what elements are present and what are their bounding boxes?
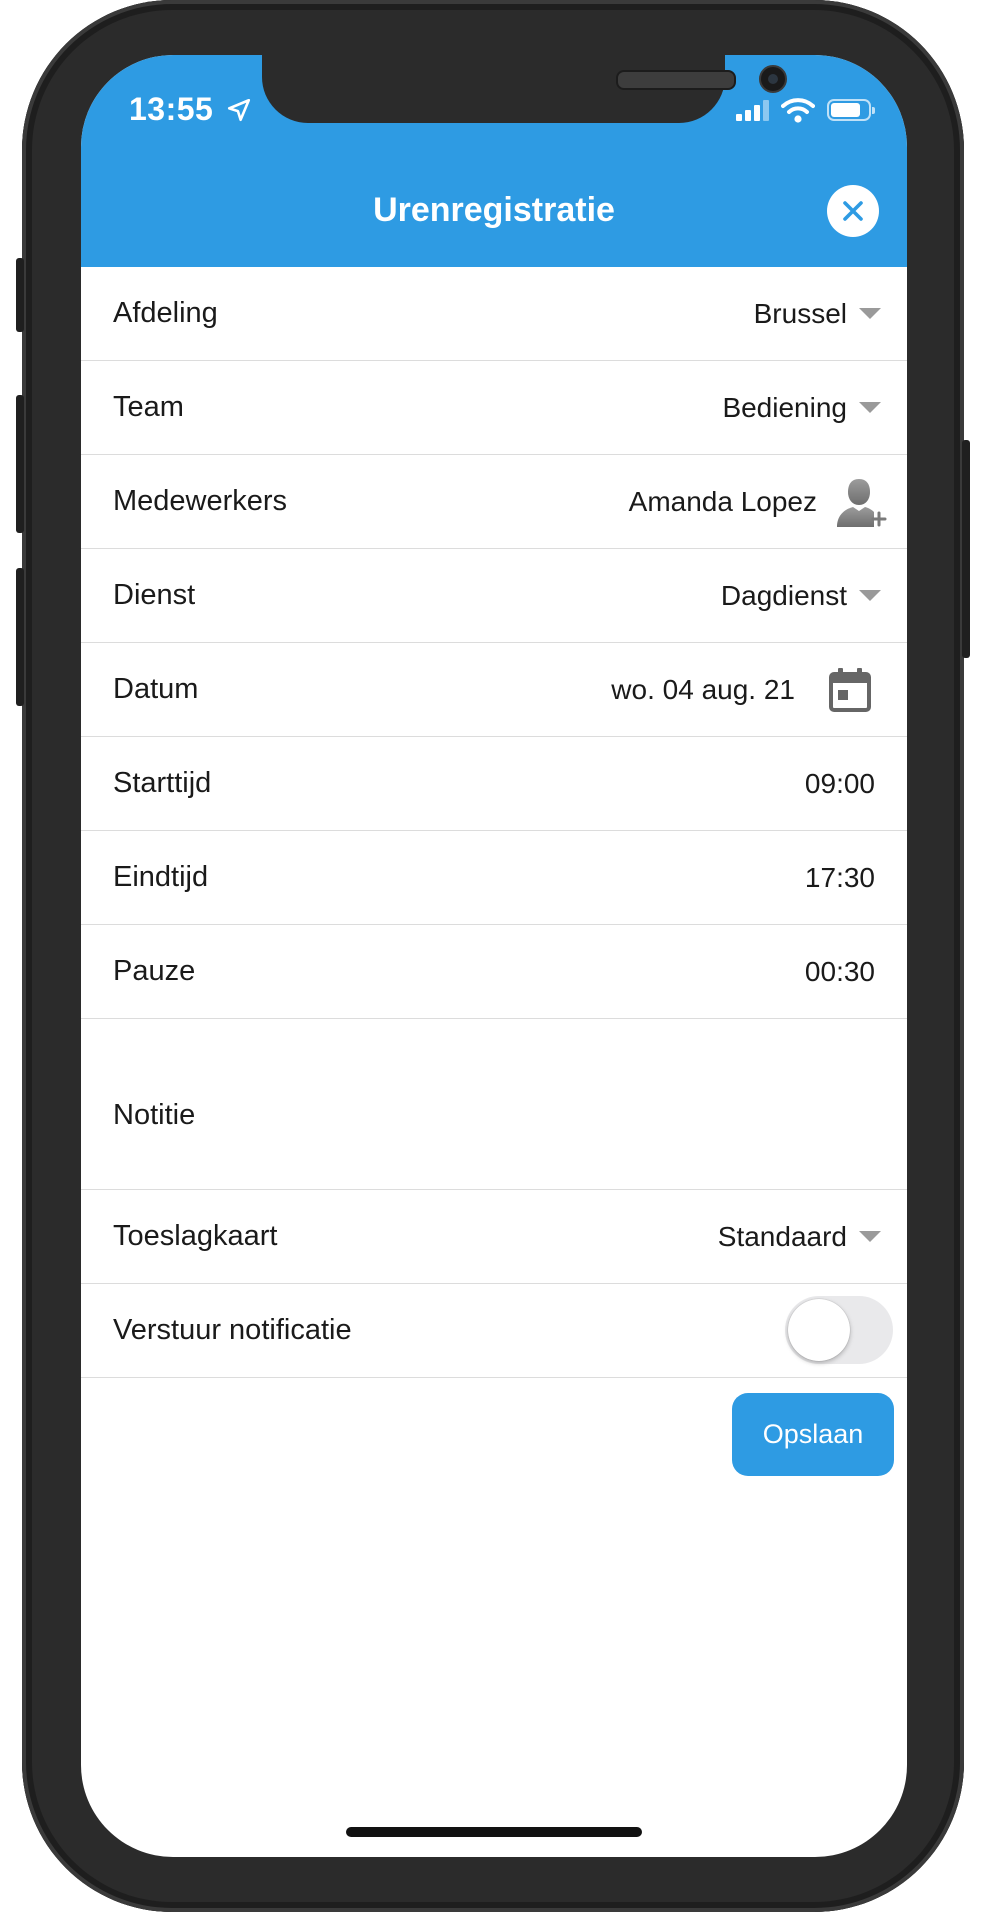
datum-label: Datum <box>113 673 199 705</box>
toeslagkaart-value-wrap: Standaard <box>718 1221 881 1253</box>
toeslagkaart-select[interactable]: Toeslagkaart Standaard <box>81 1190 907 1284</box>
starttijd-field[interactable]: Starttijd 09:00 <box>81 737 907 831</box>
dienst-value-wrap: Dagdienst <box>721 580 881 612</box>
medewerkers-value-wrap: Amanda Lopez <box>629 475 889 529</box>
cellular-signal-icon <box>736 99 769 121</box>
status-icons <box>736 95 875 125</box>
pauze-field[interactable]: Pauze 00:30 <box>81 925 907 1019</box>
battery-fill <box>831 103 860 117</box>
dienst-select[interactable]: Dienst Dagdienst <box>81 549 907 643</box>
pauze-value: 00:30 <box>804 955 875 987</box>
location-arrow-icon <box>227 98 251 122</box>
notificatie-label: Verstuur notificatie <box>113 1314 352 1346</box>
eindtijd-field[interactable]: Eindtijd 17:30 <box>81 831 907 925</box>
team-select[interactable]: Team Bediening <box>81 361 907 455</box>
notitie-field[interactable]: Notitie <box>81 1019 907 1190</box>
wifi-icon <box>781 98 815 123</box>
chevron-down-icon <box>859 1231 881 1242</box>
battery-icon <box>827 99 875 121</box>
team-value: Bediening <box>722 391 847 423</box>
notitie-label: Notitie <box>113 1099 196 1131</box>
eindtijd-label: Eindtijd <box>113 861 209 893</box>
status-time: 13:55 <box>129 91 214 127</box>
save-button[interactable]: Opslaan <box>732 1393 894 1476</box>
afdeling-label: Afdeling <box>113 297 218 329</box>
time-registration-form: Afdeling Brussel Team Bediening Medewerk… <box>81 267 907 1378</box>
starttijd-label: Starttijd <box>113 767 212 799</box>
toeslagkaart-label: Toeslagkaart <box>113 1220 278 1252</box>
close-icon <box>843 201 863 221</box>
silent-switch <box>16 258 24 332</box>
phone-screen: 13:55 Urenregistratie Afdeling Brussel T… <box>81 55 907 1857</box>
speaker-grille <box>616 70 736 90</box>
power-button <box>962 440 970 658</box>
afdeling-select[interactable]: Afdeling Brussel <box>81 267 907 361</box>
app-screenshot: 13:55 Urenregistratie Afdeling Brussel T… <box>0 0 987 1920</box>
datum-field[interactable]: Datum wo. 04 aug. 21 <box>81 643 907 737</box>
medewerkers-value: Amanda Lopez <box>628 485 817 517</box>
user-add-icon[interactable] <box>835 475 889 529</box>
calendar-icon[interactable] <box>829 667 871 712</box>
home-indicator <box>346 1827 642 1837</box>
medewerkers-field[interactable]: Medewerkers Amanda Lopez <box>81 455 907 549</box>
afdeling-value: Brussel <box>753 297 847 329</box>
notificatie-row: Verstuur notificatie <box>81 1284 907 1378</box>
eindtijd-value: 17:30 <box>804 861 875 893</box>
pauze-label: Pauze <box>113 955 196 987</box>
team-label: Team <box>113 391 184 423</box>
dienst-value: Dagdienst <box>720 579 847 611</box>
datum-value: wo. 04 aug. 21 <box>611 673 795 705</box>
notch <box>262 55 787 123</box>
chevron-down-icon <box>859 590 881 601</box>
page-title: Urenregistratie <box>373 191 615 229</box>
chevron-down-icon <box>859 308 881 319</box>
volume-down-button <box>16 568 24 706</box>
medewerkers-label: Medewerkers <box>113 485 288 517</box>
team-value-wrap: Bediening <box>722 392 881 424</box>
volume-up-button <box>16 395 24 533</box>
dienst-label: Dienst <box>113 579 196 611</box>
chevron-down-icon <box>859 402 881 413</box>
app-header: 13:55 Urenregistratie <box>81 55 907 267</box>
afdeling-value-wrap: Brussel <box>754 298 881 330</box>
starttijd-value: 09:00 <box>804 767 875 799</box>
close-button[interactable] <box>827 185 879 237</box>
datum-value-wrap: wo. 04 aug. 21 <box>611 667 871 712</box>
toeslagkaart-value: Standaard <box>717 1220 847 1252</box>
toggle-knob <box>788 1299 850 1361</box>
notificatie-toggle[interactable] <box>785 1296 893 1364</box>
front-camera <box>759 65 787 93</box>
